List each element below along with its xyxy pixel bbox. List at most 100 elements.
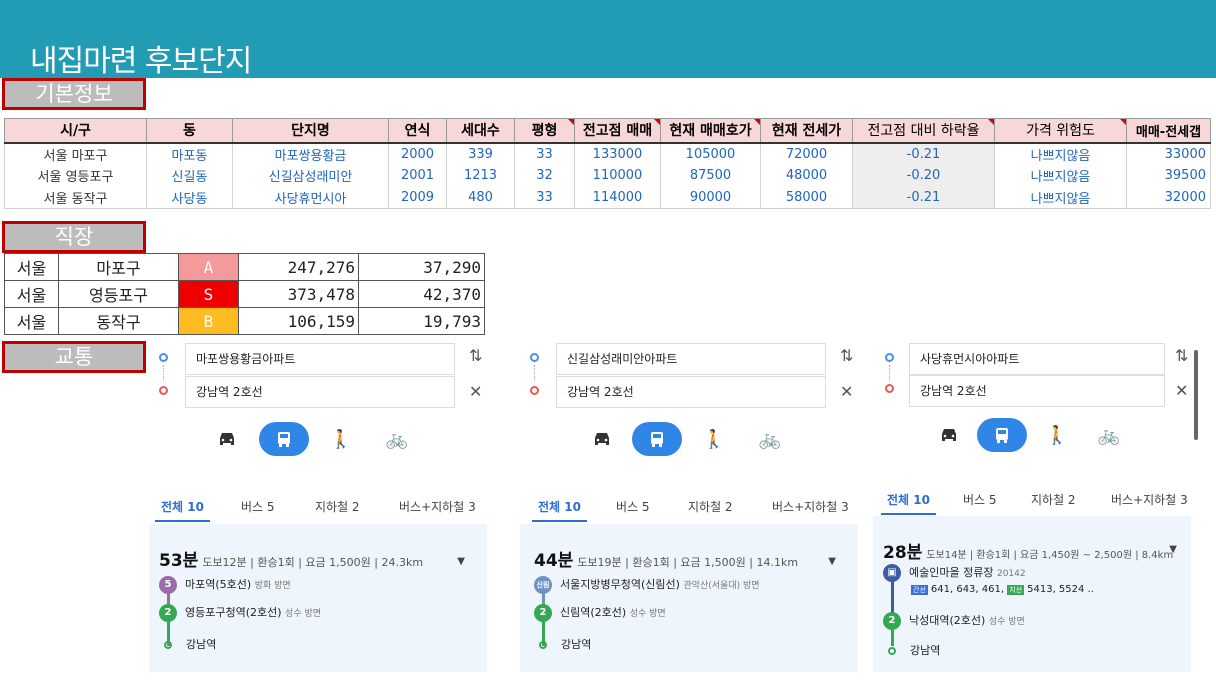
- destination-input[interactable]: 강남역 2호선: [556, 376, 826, 408]
- table-cell[interactable]: -0.20: [852, 164, 995, 187]
- col-header[interactable]: 시/구: [4, 118, 147, 144]
- expand-caret-icon[interactable]: ▼: [828, 556, 836, 567]
- table-cell[interactable]: 나쁘지않음: [994, 142, 1127, 165]
- walk-icon[interactable]: 🚶: [692, 422, 736, 456]
- table-cell[interactable]: 48000: [760, 164, 853, 187]
- table-cell[interactable]: 사당동: [146, 186, 233, 209]
- origin-input[interactable]: 마포쌍용황금아파트: [185, 343, 455, 375]
- table-cell[interactable]: 나쁘지않음: [994, 164, 1127, 187]
- expand-caret-icon[interactable]: ▼: [1169, 544, 1177, 555]
- table-cell[interactable]: 신길동: [146, 164, 233, 187]
- tab-all[interactable]: 전체 10: [532, 498, 587, 522]
- origin-input[interactable]: 신길삼성래미안아파트: [556, 343, 826, 375]
- grade-cell[interactable]: S: [178, 280, 239, 308]
- table-cell[interactable]: 87500: [660, 164, 761, 187]
- tab-bus[interactable]: 버스 5: [616, 498, 650, 515]
- table-cell[interactable]: 1213: [446, 164, 515, 187]
- table-cell[interactable]: 33: [514, 142, 575, 165]
- tab-subway[interactable]: 지하철 2: [1031, 491, 1076, 508]
- table-cell[interactable]: 사당휴먼시아: [232, 186, 389, 209]
- bus-icon[interactable]: [632, 422, 682, 456]
- table-cell[interactable]: 33000: [1126, 142, 1211, 165]
- expand-caret-icon[interactable]: ▼: [457, 556, 465, 567]
- table-cell[interactable]: 19,793: [358, 307, 485, 335]
- table-cell[interactable]: 마포구: [58, 253, 179, 281]
- tab-bus-subway[interactable]: 버스+지하철 3: [772, 498, 849, 515]
- table-cell[interactable]: 마포동: [146, 142, 233, 165]
- bus-icon[interactable]: [259, 422, 309, 456]
- route-card[interactable]: 53분 도보12분 | 환승1회 | 요금 1,500원 | 24.3km ▼ 5…: [149, 524, 487, 672]
- table-cell[interactable]: 2001: [388, 164, 447, 187]
- route-card[interactable]: 44분 도보19분 | 환승1회 | 요금 1,500원 | 14.1km ▼ 신…: [520, 524, 858, 672]
- tab-bus[interactable]: 버스 5: [963, 491, 997, 508]
- table-cell[interactable]: 105000: [660, 142, 761, 165]
- route-card[interactable]: 28분 도보14분 | 환승1회 | 요금 1,450원 ~ 2,500원 | 8…: [873, 516, 1191, 672]
- tab-bus[interactable]: 버스 5: [241, 498, 275, 515]
- table-cell[interactable]: 106,159: [238, 307, 359, 335]
- table-cell[interactable]: 서울 동작구: [4, 186, 147, 209]
- col-header[interactable]: 현재 매매호가: [660, 118, 761, 144]
- destination-input[interactable]: 강남역 2호선: [909, 375, 1165, 407]
- table-cell[interactable]: 2009: [388, 186, 447, 209]
- tab-all[interactable]: 전체 10: [881, 491, 936, 515]
- grade-cell[interactable]: B: [178, 307, 239, 335]
- table-cell[interactable]: 480: [446, 186, 515, 209]
- table-cell[interactable]: 373,478: [238, 280, 359, 308]
- walk-icon[interactable]: 🚶: [1035, 418, 1079, 452]
- table-cell[interactable]: 마포쌍용황금: [232, 142, 389, 165]
- destination-input[interactable]: 강남역 2호선: [185, 376, 455, 408]
- close-icon[interactable]: ✕: [1175, 381, 1188, 400]
- col-header[interactable]: 전고점 대비 하락율: [852, 118, 995, 144]
- swap-icon[interactable]: ⇅: [469, 346, 482, 365]
- col-header[interactable]: 동: [146, 118, 233, 144]
- tab-subway[interactable]: 지하철 2: [315, 498, 360, 515]
- table-cell[interactable]: 영등포구: [58, 280, 179, 308]
- grade-cell[interactable]: A: [178, 253, 239, 281]
- table-cell[interactable]: 신길삼성래미안: [232, 164, 389, 187]
- table-cell[interactable]: 90000: [660, 186, 761, 209]
- table-cell[interactable]: 37,290: [358, 253, 485, 281]
- close-icon[interactable]: ✕: [469, 382, 482, 401]
- col-header[interactable]: 매매-전세갭: [1126, 118, 1211, 144]
- col-header[interactable]: 전고점 매매: [574, 118, 661, 144]
- table-cell[interactable]: 서울: [4, 280, 59, 308]
- table-cell[interactable]: 110000: [574, 164, 661, 187]
- table-cell[interactable]: 33: [514, 186, 575, 209]
- table-cell[interactable]: 나쁘지않음: [994, 186, 1127, 209]
- walk-icon[interactable]: 🚶: [319, 422, 363, 456]
- car-icon[interactable]: [927, 418, 971, 452]
- bicycle-icon[interactable]: 🚲: [375, 422, 419, 456]
- bus-icon[interactable]: [977, 418, 1027, 452]
- scrollbar[interactable]: [1194, 350, 1198, 440]
- col-header[interactable]: 단지명: [232, 118, 389, 144]
- tab-bus-subway[interactable]: 버스+지하철 3: [399, 498, 476, 515]
- table-cell[interactable]: 32000: [1126, 186, 1211, 209]
- close-icon[interactable]: ✕: [840, 382, 853, 401]
- table-cell[interactable]: 서울: [4, 307, 59, 335]
- table-cell[interactable]: 32: [514, 164, 575, 187]
- swap-icon[interactable]: ⇅: [1175, 346, 1188, 365]
- origin-input[interactable]: 사당휴먼시아아파트: [909, 343, 1165, 375]
- table-cell[interactable]: 서울 영등포구: [4, 164, 147, 187]
- col-header[interactable]: 평형: [514, 118, 575, 144]
- swap-icon[interactable]: ⇅: [840, 346, 853, 365]
- table-cell[interactable]: -0.21: [852, 142, 995, 165]
- tab-subway[interactable]: 지하철 2: [688, 498, 733, 515]
- col-header[interactable]: 세대수: [446, 118, 515, 144]
- car-icon[interactable]: [205, 422, 249, 456]
- car-icon[interactable]: [580, 422, 624, 456]
- tab-all[interactable]: 전체 10: [155, 498, 210, 522]
- table-cell[interactable]: 서울 마포구: [4, 142, 147, 165]
- table-cell[interactable]: 동작구: [58, 307, 179, 335]
- table-cell[interactable]: 72000: [760, 142, 853, 165]
- table-cell[interactable]: -0.21: [852, 186, 995, 209]
- table-cell[interactable]: 42,370: [358, 280, 485, 308]
- table-cell[interactable]: 2000: [388, 142, 447, 165]
- table-cell[interactable]: 58000: [760, 186, 853, 209]
- table-cell[interactable]: 339: [446, 142, 515, 165]
- table-cell[interactable]: 114000: [574, 186, 661, 209]
- table-cell[interactable]: 서울: [4, 253, 59, 281]
- tab-bus-subway[interactable]: 버스+지하철 3: [1111, 491, 1188, 508]
- col-header[interactable]: 가격 위험도: [994, 118, 1127, 144]
- bicycle-icon[interactable]: 🚲: [748, 422, 792, 456]
